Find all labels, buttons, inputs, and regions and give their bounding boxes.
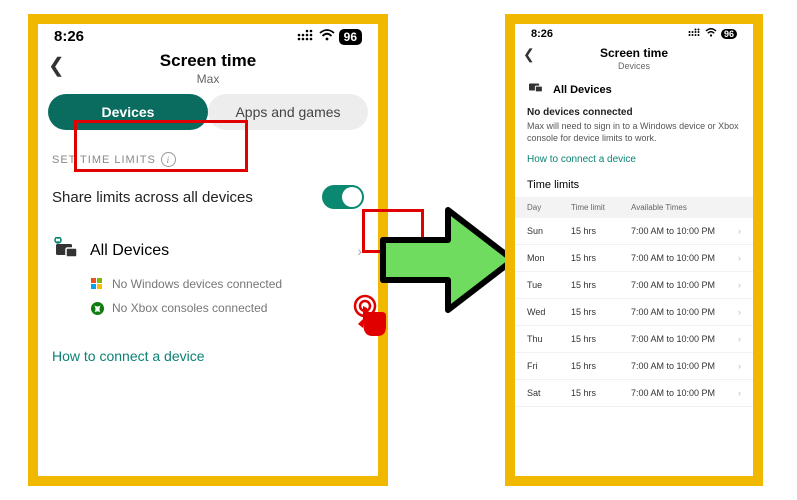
time-limit-row[interactable]: Sat15 hrs7:00 AM to 10:00 PM›: [515, 380, 753, 407]
chevron-right-icon: ›: [738, 334, 741, 344]
time-limit-row[interactable]: Tue15 hrs7:00 AM to 10:00 PM›: [515, 272, 753, 299]
section-label: SET TIME LIMITS i: [52, 152, 364, 167]
time-limit-row[interactable]: Fri15 hrs7:00 AM to 10:00 PM›: [515, 353, 753, 380]
battery-badge: 96: [721, 29, 737, 39]
row-day: Wed: [527, 307, 571, 317]
row-limit: 15 hrs: [571, 280, 631, 290]
col-available: Available Times: [631, 203, 741, 212]
chevron-right-icon: ›: [738, 388, 741, 398]
tab-apps-games[interactable]: Apps and games: [208, 94, 368, 130]
all-devices-label: All Devices: [90, 242, 169, 260]
row-day: Sun: [527, 226, 571, 236]
chevron-right-icon: ›: [738, 226, 741, 236]
row-limit: 15 hrs: [571, 253, 631, 263]
back-button[interactable]: ❮: [523, 46, 535, 63]
green-arrow-icon: [378, 200, 518, 320]
time-limit-row[interactable]: Sun15 hrs7:00 AM to 10:00 PM›: [515, 218, 753, 245]
row-available: 7:00 AM to 10:00 PM: [631, 253, 738, 263]
row-limit: 15 hrs: [571, 307, 631, 317]
status-time: 8:26: [54, 28, 84, 45]
chevron-right-icon: ›: [738, 361, 741, 371]
status-bar: 8:26 96: [38, 24, 378, 45]
windows-icon: [90, 277, 104, 291]
status-time: 8:26: [531, 28, 553, 40]
header: ❮ Screen time Devices: [515, 40, 753, 73]
row-day: Mon: [527, 253, 571, 263]
share-limits-label: Share limits across all devices: [52, 189, 253, 206]
xbox-icon: [90, 301, 104, 315]
tabs: Devices Apps and games: [48, 94, 368, 130]
xbox-status-text: No Xbox consoles connected: [112, 301, 267, 315]
page-subtitle: Devices: [515, 61, 753, 71]
time-limits-title: Time limits: [527, 179, 741, 191]
chevron-right-icon: ›: [738, 307, 741, 317]
status-bar: 8:26 96: [515, 24, 753, 40]
status-right: 96: [688, 28, 737, 40]
row-day: Fri: [527, 361, 571, 371]
row-limit: 15 hrs: [571, 226, 631, 236]
row-available: 7:00 AM to 10:00 PM: [631, 307, 738, 317]
col-limit: Time limit: [571, 203, 631, 212]
row-available: 7:00 AM to 10:00 PM: [631, 361, 738, 371]
row-limit: 15 hrs: [571, 361, 631, 371]
wifi-icon: [705, 28, 717, 40]
row-available: 7:00 AM to 10:00 PM: [631, 334, 738, 344]
windows-status-text: No Windows devices connected: [112, 277, 282, 291]
row-available: 7:00 AM to 10:00 PM: [631, 226, 738, 236]
no-devices-title: No devices connected: [527, 107, 633, 118]
time-limits-rows: Sun15 hrs7:00 AM to 10:00 PM›Mon15 hrs7:…: [515, 218, 753, 407]
all-devices-header: All Devices: [515, 73, 753, 106]
windows-status-row: No Windows devices connected: [50, 272, 366, 296]
left-phone-frame: 8:26 96 ❮ Screen time Max Devices Apps a…: [28, 14, 388, 486]
devices-icon: [527, 81, 545, 98]
chevron-right-icon: ›: [357, 243, 362, 259]
row-day: Sat: [527, 388, 571, 398]
time-limit-row[interactable]: Wed15 hrs7:00 AM to 10:00 PM›: [515, 299, 753, 326]
share-limits-toggle[interactable]: [322, 185, 364, 209]
xbox-status-row: No Xbox consoles connected: [50, 296, 366, 320]
row-day: Thu: [527, 334, 571, 344]
how-to-connect-link[interactable]: How to connect a device: [52, 348, 364, 364]
row-available: 7:00 AM to 10:00 PM: [631, 388, 738, 398]
status-right: 96: [297, 28, 362, 45]
row-available: 7:00 AM to 10:00 PM: [631, 280, 738, 290]
right-phone-frame: 8:26 96 ❮ Screen time Devices All Device…: [505, 14, 763, 486]
row-limit: 15 hrs: [571, 334, 631, 344]
all-devices-card[interactable]: All Devices › No Windows devices connect…: [44, 227, 372, 322]
all-devices-label: All Devices: [553, 84, 612, 96]
chevron-right-icon: ›: [738, 280, 741, 290]
time-limit-row[interactable]: Thu15 hrs7:00 AM to 10:00 PM›: [515, 326, 753, 353]
page-subtitle: Max: [38, 72, 378, 86]
wifi-icon: [319, 28, 335, 45]
info-icon[interactable]: i: [161, 152, 176, 167]
devices-icon: [54, 237, 80, 264]
chevron-right-icon: ›: [738, 253, 741, 263]
all-devices-header[interactable]: All Devices ›: [50, 229, 366, 272]
col-day: Day: [527, 203, 571, 212]
signal-icon: [688, 28, 701, 40]
share-limits-row: Share limits across all devices: [38, 175, 378, 219]
time-limits-header: Day Time limit Available Times: [515, 197, 753, 218]
no-devices-body: Max will need to sign in to a Windows de…: [527, 121, 739, 143]
row-limit: 15 hrs: [571, 388, 631, 398]
header: ❮ Screen time Max: [38, 45, 378, 88]
signal-icon: [297, 28, 315, 45]
tab-devices[interactable]: Devices: [48, 94, 208, 130]
page-title: Screen time: [515, 46, 753, 60]
how-to-connect-link[interactable]: How to connect a device: [527, 154, 741, 165]
time-limit-row[interactable]: Mon15 hrs7:00 AM to 10:00 PM›: [515, 245, 753, 272]
back-button[interactable]: ❮: [48, 53, 65, 78]
page-title: Screen time: [38, 51, 378, 71]
no-devices-block: No devices connected Max will need to si…: [515, 106, 753, 144]
battery-badge: 96: [339, 29, 362, 45]
row-day: Tue: [527, 280, 571, 290]
